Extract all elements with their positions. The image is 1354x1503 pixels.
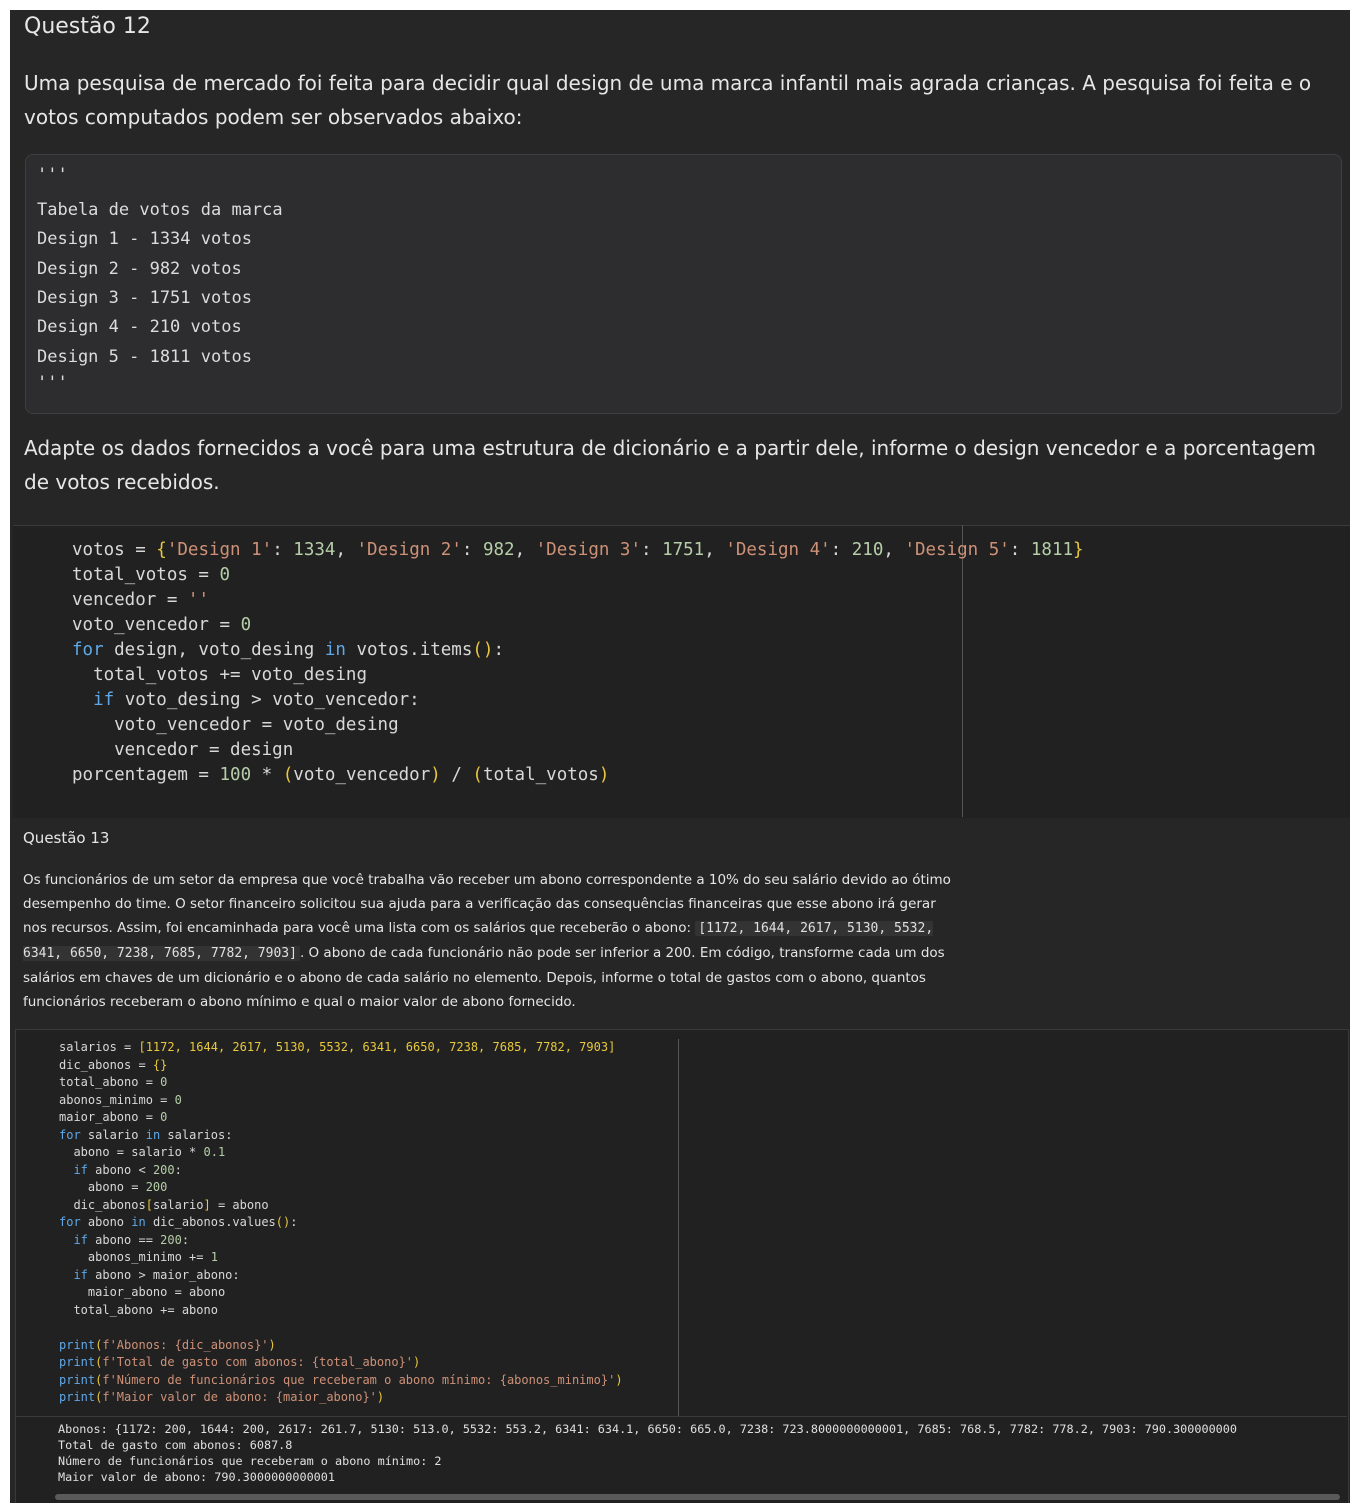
question-12-task: Adapte os dados fornecidos a você para u… (24, 436, 1316, 494)
output-divider (15, 1416, 1347, 1417)
code-line: print(f'Número de funcionários que receb… (59, 1372, 623, 1387)
code-line: if abono > maior_abono: (59, 1267, 240, 1282)
question-12-text: Uma pesquisa de mercado foi feita para d… (24, 71, 1312, 129)
code-line: abonos_minimo += 1 (59, 1250, 218, 1264)
question-13-title: Questão 13 (23, 829, 110, 847)
votes-table-block: ''' Tabela de votos da marca Design 1 - … (25, 154, 1342, 414)
code-line: dic_abonos[salario] = abono (59, 1197, 269, 1212)
ruler-line (962, 525, 963, 817)
code-line: abono = salario * 0.1 (59, 1145, 226, 1159)
code-line: voto_vencedor = voto_desing (72, 715, 399, 735)
code-line: maior_abono = abono (59, 1285, 226, 1299)
code-line: total_abono = 0 (59, 1075, 168, 1089)
question-12-title: Questão 12 (24, 14, 151, 39)
notebook-page: Questão 12 Uma pesquisa de mercado foi f… (10, 10, 1350, 1503)
question-13-text: Os funcionários de um setor da empresa q… (23, 872, 951, 1010)
output-line: Abonos: {1172: 200, 1644: 200, 2617: 261… (58, 1422, 1237, 1436)
code-line: vencedor = '' (72, 590, 209, 610)
code-line: salarios = [1172, 1644, 2617, 5130, 5532… (59, 1040, 616, 1054)
code-line: print(f'Abonos: {dic_abonos}') (59, 1337, 276, 1352)
code-line: if abono < 200: (59, 1162, 182, 1177)
code-line: if abono == 200: (59, 1232, 190, 1247)
table-line: Design 3 - 1751 votos (37, 288, 252, 308)
code-line: total_votos = 0 (72, 565, 231, 585)
code-line: dic_abonos = {} (59, 1057, 168, 1072)
code-line: for salario in salarios: (59, 1127, 233, 1142)
code-line: voto_vencedor = 0 (72, 615, 252, 635)
table-line: Design 1 - 1334 votos (37, 229, 252, 249)
code-line: vencedor = design (72, 740, 294, 760)
code-line: votos = {'Design 1': 1334, 'Design 2': 9… (72, 540, 1084, 560)
table-line: Tabela de votos da marca (37, 200, 283, 220)
code-line: abono = 200 (59, 1180, 168, 1194)
code-line: abonos_minimo = 0 (59, 1092, 182, 1107)
code-line: porcentagem = 100 * (voto_vencedor) / (t… (72, 765, 610, 785)
code-line: print(f'Total de gasto com abonos: {tota… (59, 1355, 421, 1369)
table-line: Design 2 - 982 votos (37, 259, 242, 279)
output-line: Número de funcionários que receberam o a… (58, 1454, 442, 1468)
code-line: if voto_desing > voto_vencedor: (72, 690, 420, 710)
output-line: Maior valor de abono: 790.3000000000001 (58, 1470, 335, 1484)
code-line: total_abono += abono (59, 1302, 218, 1317)
code-line: print(f'Maior valor de abono: {maior_abo… (59, 1390, 385, 1404)
table-line: Design 5 - 1811 votos (37, 347, 252, 367)
horizontal-scrollbar[interactable] (55, 1494, 1340, 1500)
code-line: for design, voto_desing in votos.items()… (72, 640, 505, 660)
ruler-line (678, 1039, 679, 1417)
table-line: ''' (37, 373, 68, 393)
code-line: total_votos += voto_desing (72, 665, 368, 685)
table-line: Design 4 - 210 votos (37, 317, 242, 337)
output-line: Total de gasto com abonos: 6087.8 (58, 1438, 293, 1452)
code-line: maior_abono = 0 (59, 1110, 168, 1124)
table-line: ''' (37, 165, 68, 185)
code-line: for abono in dic_abonos.values(): (59, 1215, 298, 1229)
